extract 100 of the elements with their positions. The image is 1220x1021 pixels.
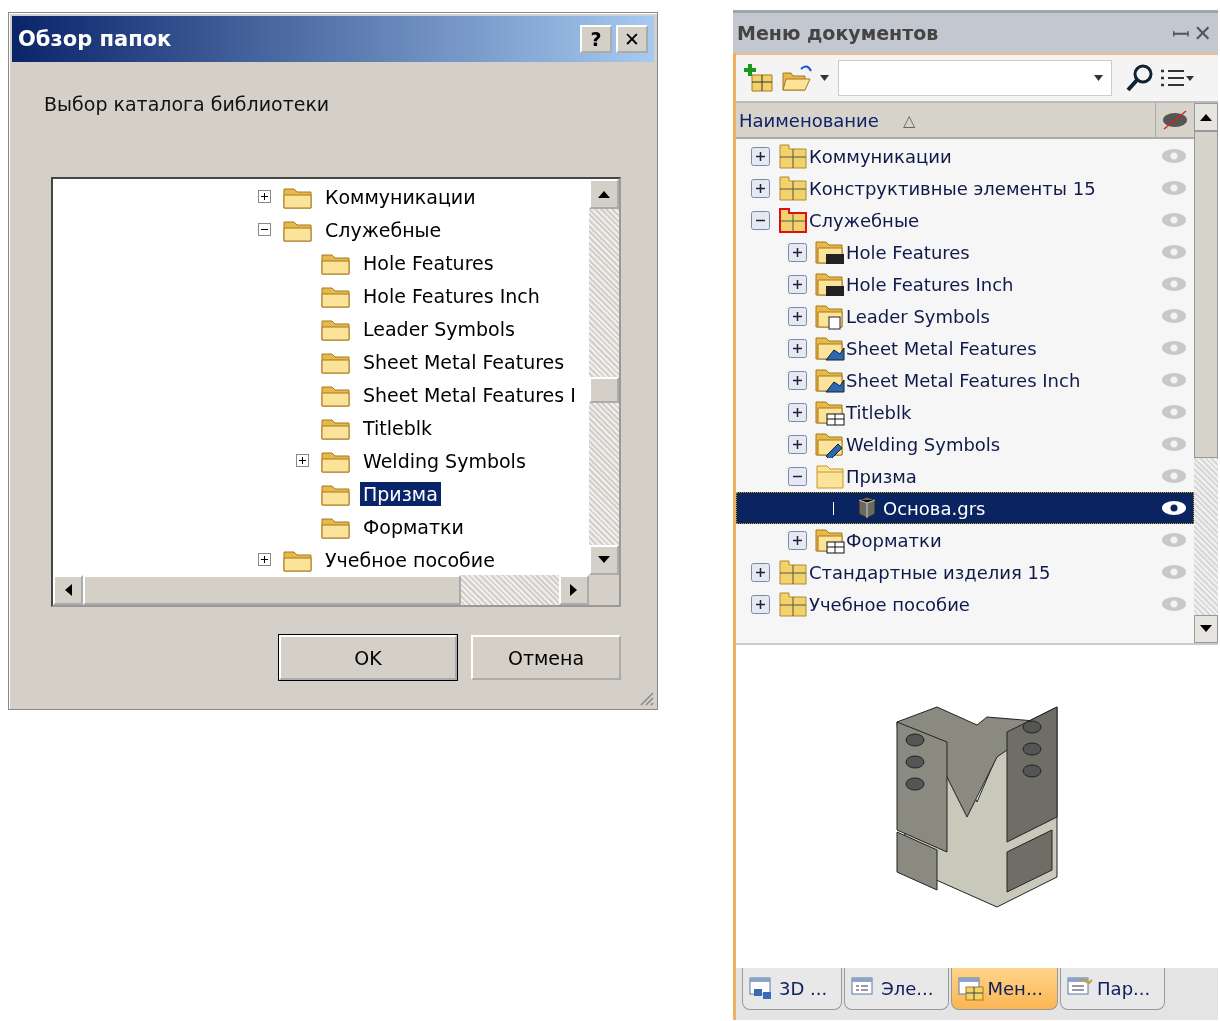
- tree-row[interactable]: Конструктивные элементы 15: [736, 172, 1194, 204]
- folder-item[interactable]: Leader Symbols: [360, 316, 518, 341]
- folder-icon: [814, 462, 846, 490]
- panel-tab[interactable]: Эле...: [844, 968, 949, 1010]
- tree-row[interactable]: Titleblk: [736, 396, 1194, 428]
- folder-item[interactable]: Учебное пособие: [322, 547, 498, 572]
- vertical-scrollbar[interactable]: [1194, 103, 1218, 643]
- folder-item[interactable]: Коммуникации: [322, 184, 479, 209]
- ok-button[interactable]: OK: [279, 635, 457, 680]
- expand-icon[interactable]: [296, 454, 309, 467]
- library-folder-icon: [777, 174, 809, 202]
- folder-dimension-icon: [814, 270, 846, 298]
- collapse-icon[interactable]: [788, 466, 807, 486]
- scrollbar-corner: [589, 575, 619, 605]
- tree-item-label: Основа.grs: [883, 497, 987, 519]
- collapse-icon[interactable]: [751, 210, 770, 230]
- folder-item[interactable]: Titleblk: [360, 415, 436, 440]
- tree-row[interactable]: Hole Features Inch: [736, 268, 1194, 300]
- tree-row[interactable]: Стандартные изделия 15: [736, 556, 1194, 588]
- tree-row[interactable]: Leader Symbols: [736, 300, 1194, 332]
- scroll-left-icon[interactable]: [53, 575, 83, 605]
- tree-item-label: Welding Symbols: [846, 433, 1002, 455]
- tree-item-label: Titleblk: [846, 401, 913, 423]
- scroll-thumb[interactable]: [83, 575, 461, 605]
- folder-item[interactable]: Welding Symbols: [360, 448, 529, 473]
- tree-item-label: Hole Features: [846, 241, 971, 263]
- window-title: Обзор папок: [18, 27, 173, 51]
- expand-icon[interactable]: [788, 242, 807, 262]
- help-button[interactable]: ?: [580, 25, 612, 53]
- cancel-button[interactable]: Отмена: [471, 635, 621, 680]
- tree-item-label: Hole Features Inch: [846, 273, 1015, 295]
- panel-tab[interactable]: Мен...: [950, 968, 1059, 1010]
- panel-tab[interactable]: Пар...: [1060, 968, 1166, 1010]
- resize-grip-icon[interactable]: [638, 690, 654, 706]
- tree-row[interactable]: Hole Features: [736, 236, 1194, 268]
- expand-icon[interactable]: [751, 178, 770, 198]
- folder-dimension-icon: [814, 238, 846, 266]
- panel-tab[interactable]: 3D ...: [742, 968, 843, 1010]
- add-library-icon[interactable]: [744, 63, 776, 93]
- search-icon[interactable]: [1125, 63, 1155, 93]
- tree-row[interactable]: Основа.grs: [736, 492, 1194, 524]
- caret-icon[interactable]: [820, 75, 829, 81]
- tree-row[interactable]: Служебные: [736, 204, 1194, 236]
- tree-item-label: Учебное пособие: [809, 593, 971, 615]
- expand-icon[interactable]: [788, 530, 807, 550]
- scroll-thumb[interactable]: [589, 377, 619, 403]
- expand-icon[interactable]: [258, 553, 271, 566]
- close-button[interactable]: ✕: [1191, 20, 1214, 46]
- folder-pencil-icon: [814, 430, 846, 458]
- open-folder-icon[interactable]: [781, 63, 815, 93]
- column-title: Наименование: [739, 109, 879, 131]
- search-combo-field[interactable]: [838, 60, 1112, 96]
- tree-row[interactable]: Коммуникации: [736, 140, 1194, 172]
- pin-button[interactable]: ꟷ: [1169, 18, 1192, 48]
- expand-icon[interactable]: [788, 402, 807, 422]
- folder-item[interactable]: Sheet Metal Features: [360, 349, 568, 374]
- tree-item-label: Коммуникации: [809, 145, 953, 167]
- tree-item-label: Призма: [846, 465, 918, 487]
- vertical-scrollbar[interactable]: [589, 179, 619, 575]
- expand-icon[interactable]: [788, 306, 807, 326]
- folder-item[interactable]: Hole Features Inch: [360, 283, 543, 308]
- folder-item[interactable]: Призма: [360, 481, 441, 506]
- folder-bend-icon: [814, 366, 846, 394]
- tree-item-label: Конструктивные элементы 15: [809, 177, 1097, 199]
- column-header[interactable]: Наименование △: [736, 103, 1194, 139]
- expand-icon[interactable]: [788, 370, 807, 390]
- expand-icon[interactable]: [788, 274, 807, 294]
- folder-bend-icon: [814, 334, 846, 362]
- horizontal-scrollbar[interactable]: [53, 575, 619, 605]
- tree-row[interactable]: Учебное пособие: [736, 588, 1194, 620]
- folder-item[interactable]: Sheet Metal Features I: [360, 382, 579, 407]
- close-button[interactable]: ✕: [616, 25, 648, 53]
- dropdown-caret-icon[interactable]: [1094, 75, 1103, 81]
- tree-row[interactable]: Welding Symbols: [736, 428, 1194, 460]
- library-folder-icon: [777, 558, 809, 586]
- list-view-icon[interactable]: [1160, 68, 1194, 88]
- tree-item-label: Стандартные изделия 15: [809, 561, 1052, 583]
- expand-icon[interactable]: [258, 190, 271, 203]
- expand-icon[interactable]: [788, 338, 807, 358]
- library-folder-icon: [777, 206, 809, 234]
- tree-row[interactable]: Форматки: [736, 524, 1194, 556]
- tree-row[interactable]: Призма: [736, 460, 1194, 492]
- expand-icon[interactable]: [751, 594, 770, 614]
- scroll-right-icon[interactable]: [559, 575, 589, 605]
- panel-title: Меню документов: [737, 22, 940, 44]
- collapse-icon[interactable]: [258, 223, 271, 236]
- tree-row[interactable]: Sheet Metal Features: [736, 332, 1194, 364]
- library-folder-icon: [957, 976, 984, 1001]
- expand-icon[interactable]: [788, 434, 807, 454]
- library-folder-icon: [777, 590, 809, 618]
- tree-row[interactable]: Sheet Metal Features Inch: [736, 364, 1194, 396]
- expand-icon[interactable]: [751, 146, 770, 166]
- expand-icon[interactable]: [751, 562, 770, 582]
- tree-item-label: Leader Symbols: [846, 305, 991, 327]
- scroll-up-icon[interactable]: [1194, 103, 1218, 131]
- folder-table-icon: [814, 398, 846, 426]
- folder-item[interactable]: Форматки: [360, 514, 467, 539]
- scroll-down-icon[interactable]: [1194, 615, 1218, 643]
- folder-item[interactable]: Hole Features: [360, 250, 497, 275]
- folder-item[interactable]: Служебные: [322, 217, 445, 242]
